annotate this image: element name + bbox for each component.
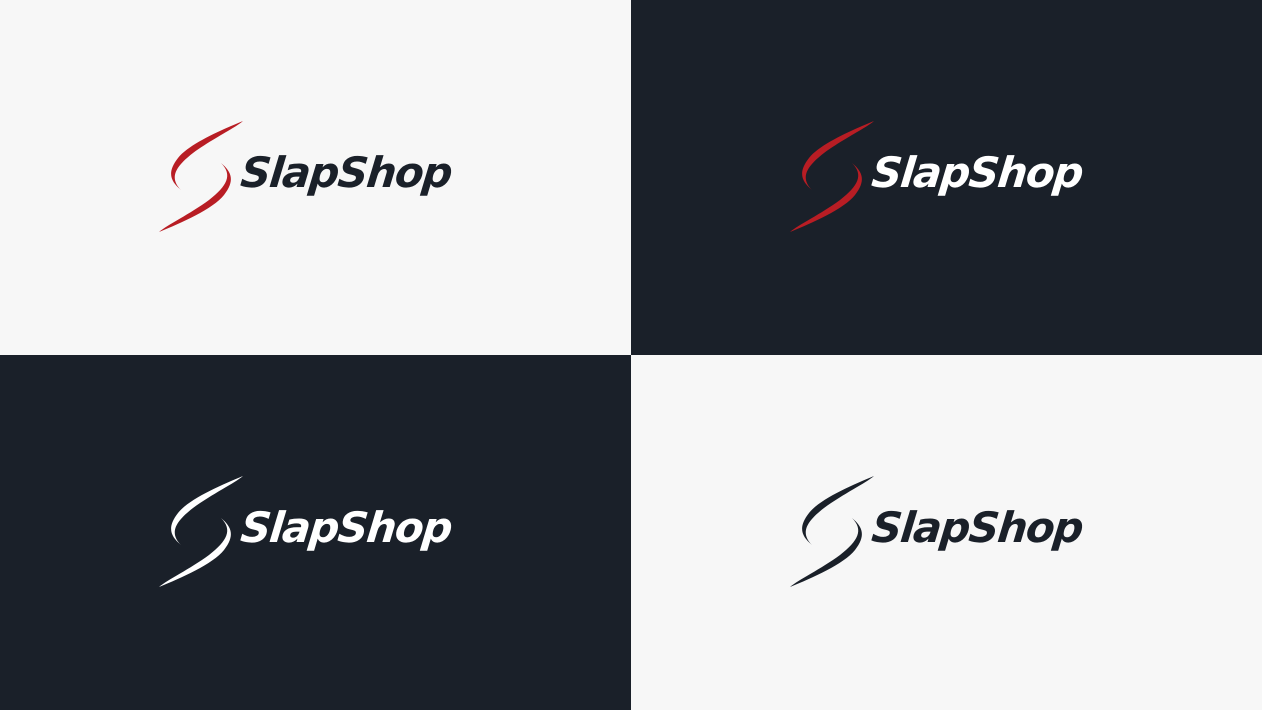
panel-light-navy: SlapShop bbox=[631, 355, 1262, 710]
slapshop-logo: SlapShop bbox=[786, 118, 1086, 238]
slapshop-swoosh-icon bbox=[159, 476, 243, 587]
slapshop-logo: SlapShop bbox=[786, 473, 1086, 593]
slapshop-swoosh-icon bbox=[790, 476, 874, 587]
brand-wordmark: SlapShop bbox=[238, 148, 454, 197]
brand-wordmark: SlapShop bbox=[869, 503, 1085, 552]
slapshop-swoosh-icon bbox=[790, 121, 874, 232]
logo-variations-grid: SlapShop SlapShop SlapShop SlapShop bbox=[0, 0, 1262, 710]
brand-wordmark: SlapShop bbox=[238, 503, 454, 552]
brand-wordmark: SlapShop bbox=[869, 148, 1085, 197]
slapshop-logo: SlapShop bbox=[155, 118, 455, 238]
slapshop-swoosh-icon bbox=[159, 121, 243, 232]
panel-dark-white: SlapShop bbox=[0, 355, 631, 710]
panel-dark-red: SlapShop bbox=[631, 0, 1262, 355]
slapshop-logo: SlapShop bbox=[155, 473, 455, 593]
panel-light-red: SlapShop bbox=[0, 0, 631, 355]
